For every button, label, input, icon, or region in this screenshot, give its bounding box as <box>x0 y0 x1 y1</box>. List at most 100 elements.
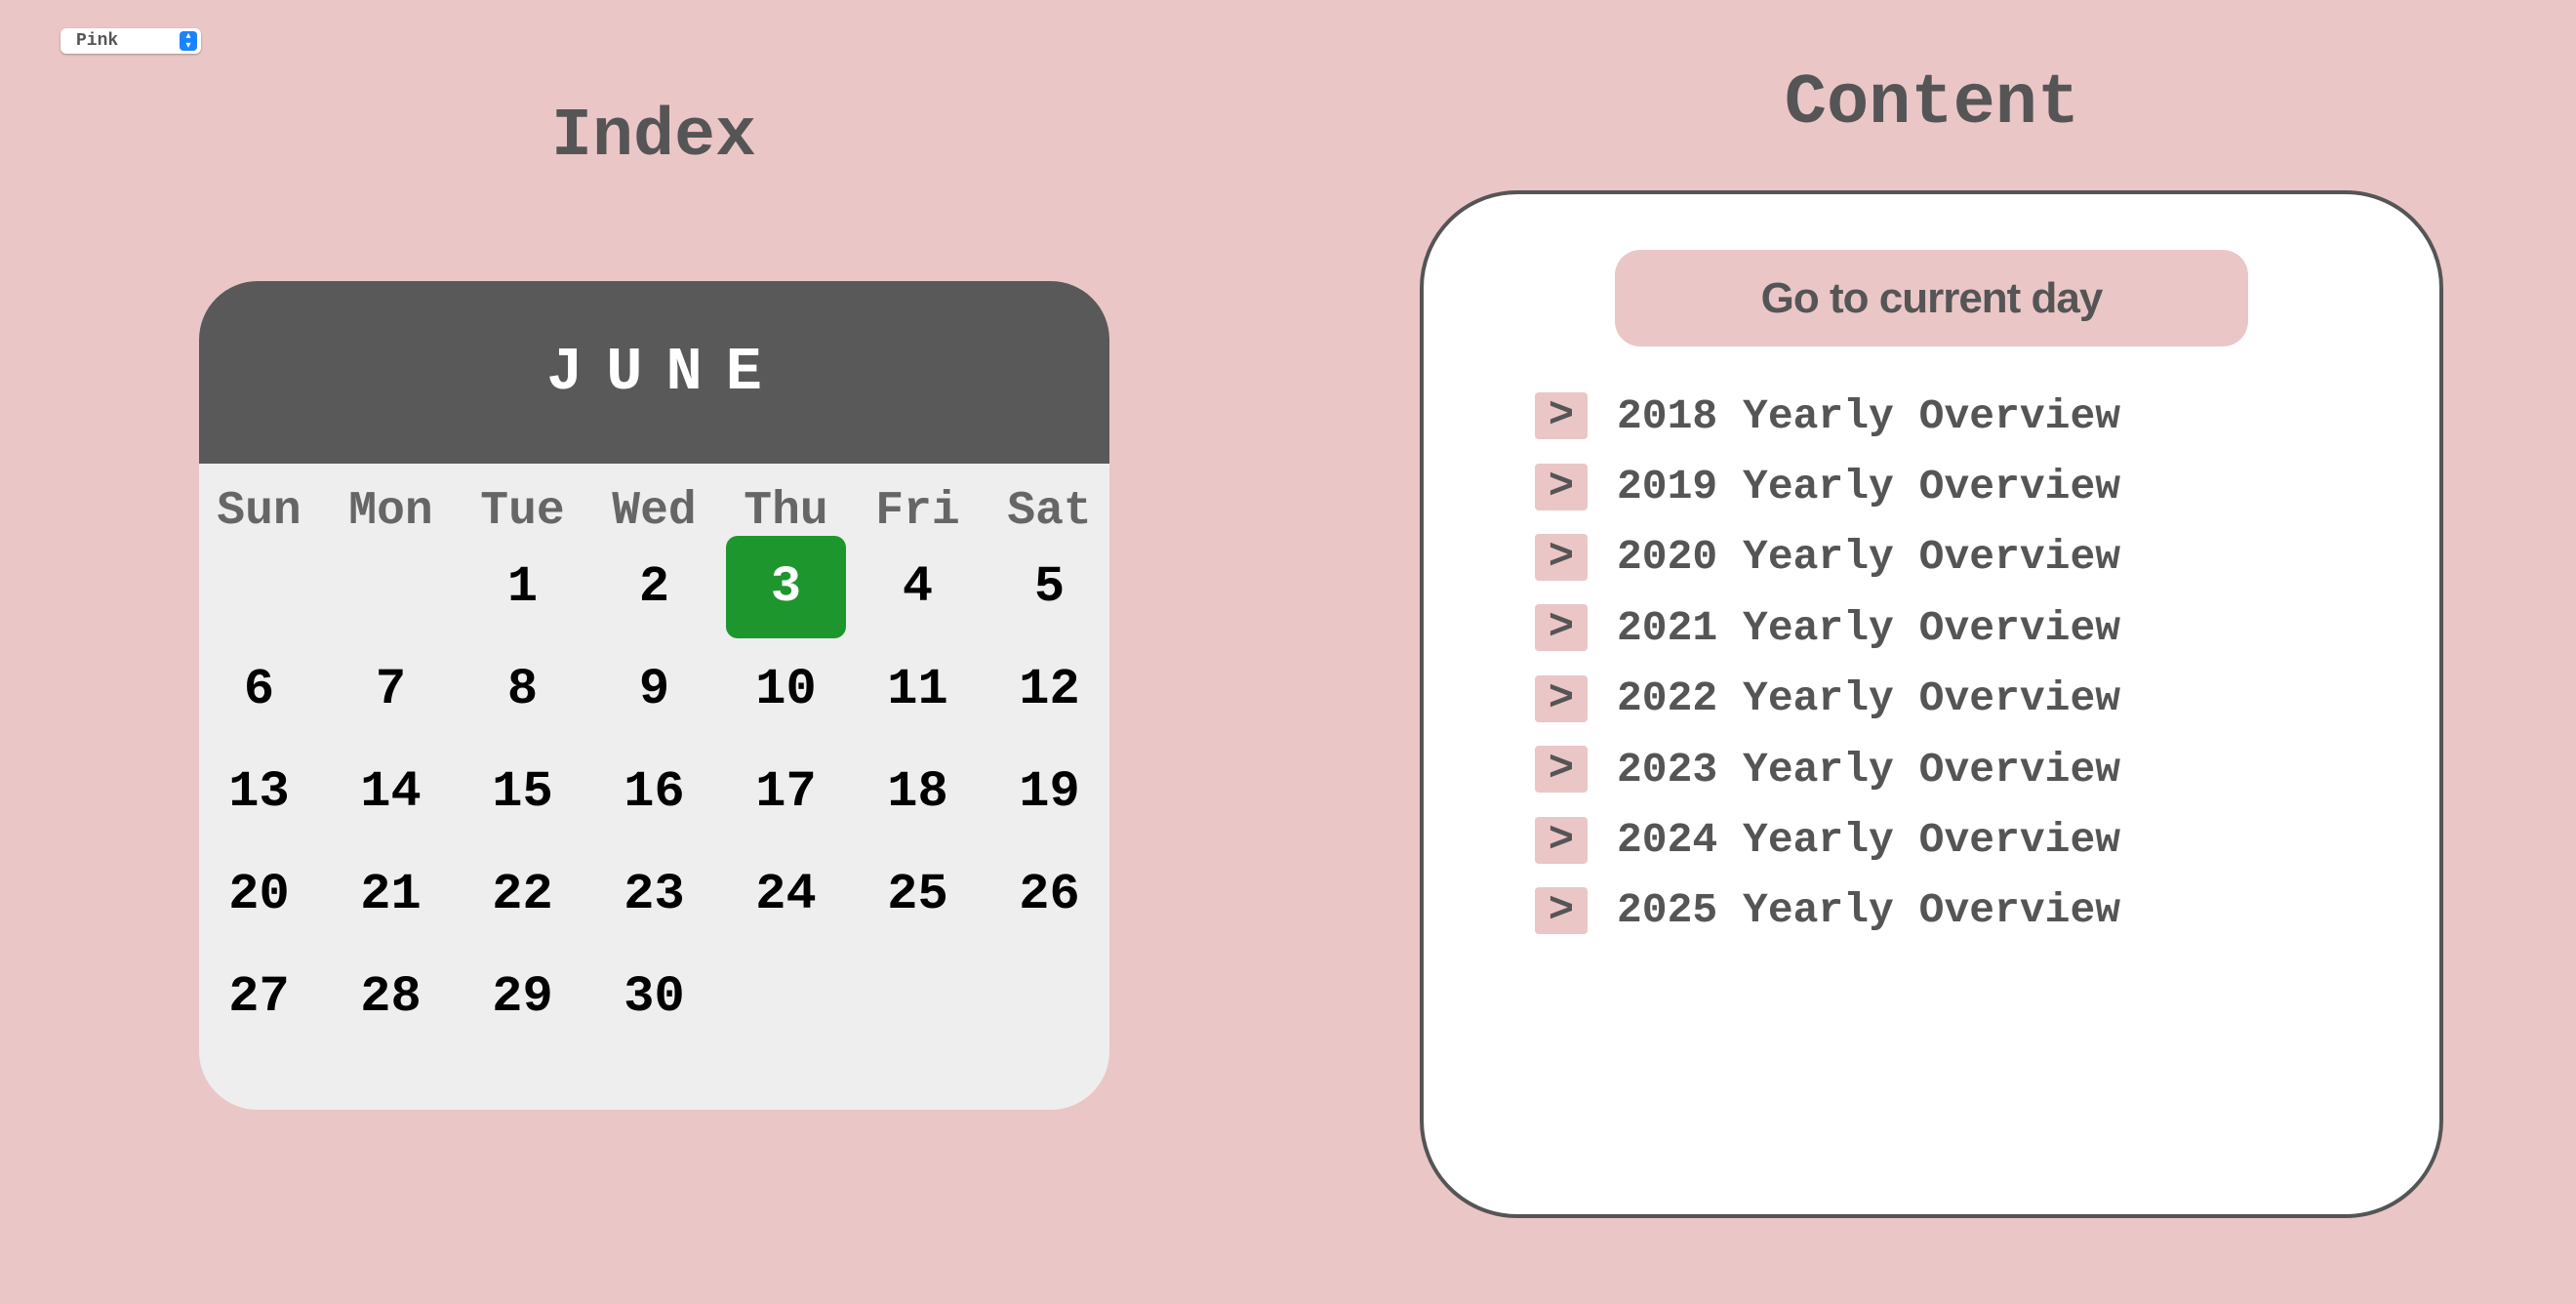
chevron-right-icon[interactable]: > <box>1535 533 1588 582</box>
day-number: 15 <box>492 763 553 821</box>
calendar-day[interactable]: 15 <box>457 741 588 843</box>
overview-item-label[interactable]: 2020 Yearly Overview <box>1617 533 2120 581</box>
select-arrows-icon: ▴ ▾ <box>180 31 197 51</box>
calendar-day[interactable]: 21 <box>325 843 457 946</box>
calendar-day[interactable]: 25 <box>852 843 984 946</box>
calendar-day[interactable]: 20 <box>199 843 325 946</box>
calendar-day[interactable]: 22 <box>457 843 588 946</box>
overview-item[interactable]: >2020 Yearly Overview <box>1535 522 2120 592</box>
overview-item[interactable]: >2021 Yearly Overview <box>1535 592 2120 663</box>
content-panel: Go to current day >2018 Yearly Overview >… <box>1420 190 2443 1218</box>
calendar-day[interactable]: 18 <box>852 741 984 843</box>
day-number: 20 <box>228 866 290 923</box>
overview-item-label[interactable]: 2023 Yearly Overview <box>1617 746 2120 794</box>
calendar-day[interactable]: 7 <box>325 638 457 741</box>
calendar-day-today[interactable]: 3 <box>720 536 852 638</box>
day-number: 7 <box>375 661 407 718</box>
overview-item[interactable]: >2025 Yearly Overview <box>1535 876 2120 946</box>
calendar-day[interactable]: 16 <box>588 741 720 843</box>
day-number: 21 <box>360 866 422 923</box>
content-title: Content <box>1784 63 2080 143</box>
calendar-day[interactable]: 23 <box>588 843 720 946</box>
day-number: 30 <box>624 968 685 1026</box>
calendar-day[interactable]: 28 <box>325 946 457 1048</box>
overview-item-label[interactable]: 2018 Yearly Overview <box>1617 392 2120 440</box>
overview-item-label[interactable]: 2022 Yearly Overview <box>1617 674 2120 722</box>
weekday-header: Thu <box>744 485 828 538</box>
calendar-day[interactable]: 2 <box>588 536 720 638</box>
day-number: 14 <box>360 763 422 821</box>
day-number: 26 <box>1019 866 1080 923</box>
index-title: Index <box>550 99 757 176</box>
weekday-header: Wed <box>612 485 697 538</box>
day-number: 11 <box>887 661 948 718</box>
calendar-day[interactable]: 26 <box>984 843 1109 946</box>
day-number: 16 <box>624 763 685 821</box>
day-number: 2 <box>638 558 670 616</box>
day-number: 29 <box>492 968 553 1026</box>
calendar-day[interactable]: 12 <box>984 638 1109 741</box>
day-number: 23 <box>624 866 685 923</box>
weekday-header: Sat <box>1007 485 1092 538</box>
calendar-day[interactable]: 5 <box>984 536 1109 638</box>
day-number: 18 <box>887 763 948 821</box>
chevron-right-icon[interactable]: > <box>1535 391 1588 440</box>
calendar-day[interactable]: 19 <box>984 741 1109 843</box>
overview-item[interactable]: >2023 Yearly Overview <box>1535 734 2120 804</box>
overview-item[interactable]: >2019 Yearly Overview <box>1535 451 2120 521</box>
empty-cell <box>199 536 325 638</box>
overview-item-label[interactable]: 2025 Yearly Overview <box>1617 886 2120 934</box>
day-number: 1 <box>506 558 539 616</box>
day-number: 12 <box>1019 661 1080 718</box>
day-number: 9 <box>638 661 670 718</box>
day-number: 22 <box>492 866 553 923</box>
day-number: 10 <box>755 661 817 718</box>
day-number: 3 <box>726 536 846 638</box>
go-to-current-day-button[interactable]: Go to current day <box>1615 250 2248 346</box>
overview-list: >2018 Yearly Overview >2019 Yearly Overvi… <box>1535 381 2120 946</box>
day-number: 13 <box>228 763 290 821</box>
chevron-right-icon[interactable]: > <box>1535 886 1588 935</box>
day-number: 6 <box>243 661 275 718</box>
calendar-day[interactable]: 24 <box>720 843 852 946</box>
overview-item[interactable]: >2022 Yearly Overview <box>1535 664 2120 734</box>
calendar-month: JUNE <box>199 281 1109 464</box>
chevron-right-icon[interactable]: > <box>1535 463 1588 511</box>
overview-item-label[interactable]: 2021 Yearly Overview <box>1617 604 2120 652</box>
overview-item[interactable]: >2018 Yearly Overview <box>1535 381 2120 451</box>
calendar-day[interactable]: 14 <box>325 741 457 843</box>
calendar-day[interactable]: 30 <box>588 946 720 1048</box>
calendar-day[interactable]: 1 <box>457 536 588 638</box>
chevron-right-icon[interactable]: > <box>1535 745 1588 794</box>
weekday-header: Sun <box>217 485 302 538</box>
theme-select-value: Pink <box>76 31 119 51</box>
calendar-day[interactable]: 17 <box>720 741 852 843</box>
calendar-grid: Sun Mon Tue Wed Thu Fri Sat 1 2 3 4 5 6 7 8 9 10 11 12 13 14… <box>199 487 1109 1048</box>
overview-item[interactable]: >2024 Yearly Overview <box>1535 804 2120 875</box>
weekday-header: Fri <box>875 485 960 538</box>
day-number: 8 <box>506 661 539 718</box>
calendar-day[interactable]: 13 <box>199 741 325 843</box>
chevron-right-icon[interactable]: > <box>1535 603 1588 652</box>
empty-cell <box>325 536 457 638</box>
day-number: 24 <box>755 866 817 923</box>
calendar-day[interactable]: 9 <box>588 638 720 741</box>
weekday-header: Tue <box>480 485 565 538</box>
calendar-day[interactable]: 4 <box>852 536 984 638</box>
calendar-day[interactable]: 11 <box>852 638 984 741</box>
day-number: 5 <box>1033 558 1066 616</box>
day-number: 28 <box>360 968 422 1026</box>
calendar-day[interactable]: 27 <box>199 946 325 1048</box>
overview-item-label[interactable]: 2019 Yearly Overview <box>1617 463 2120 510</box>
chevron-right-icon[interactable]: > <box>1535 816 1588 865</box>
day-number: 4 <box>902 558 934 616</box>
day-number: 27 <box>228 968 290 1026</box>
chevron-right-icon[interactable]: > <box>1535 674 1588 723</box>
calendar-day[interactable]: 8 <box>457 638 588 741</box>
calendar-day[interactable]: 10 <box>720 638 852 741</box>
calendar-day[interactable]: 29 <box>457 946 588 1048</box>
overview-item-label[interactable]: 2024 Yearly Overview <box>1617 816 2120 864</box>
calendar-day[interactable]: 6 <box>199 638 325 741</box>
theme-select[interactable]: Pink ▴ ▾ <box>60 28 201 54</box>
day-number: 25 <box>887 866 948 923</box>
